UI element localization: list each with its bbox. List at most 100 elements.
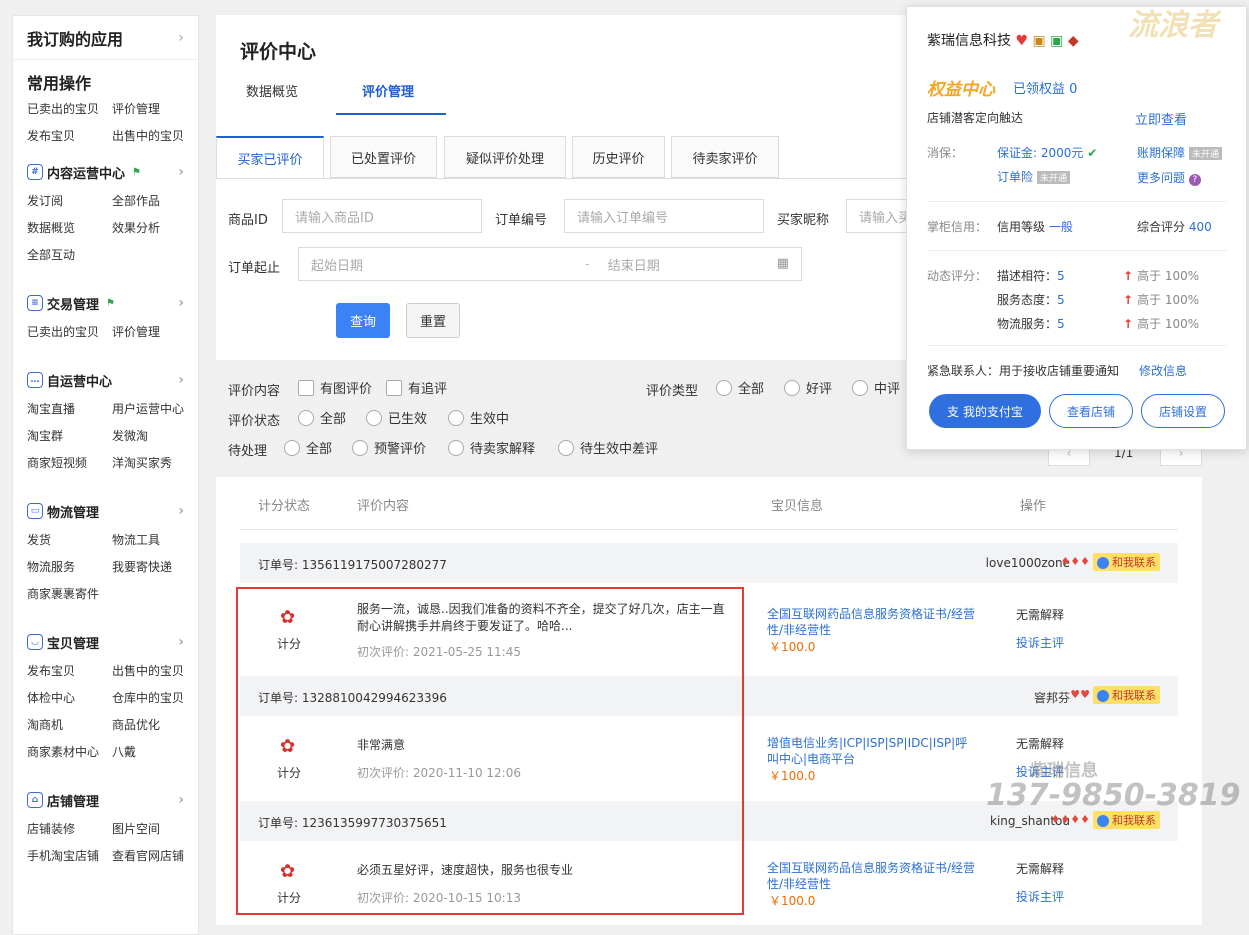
sidebar-section-header[interactable]: ⌂ 店铺管理 › — [27, 786, 184, 814]
radio[interactable] — [298, 409, 314, 426]
order-no-input[interactable]: 请输入订单编号 — [564, 199, 764, 233]
sidebar-section-header[interactable]: ≡ 交易管理 ⚑ › — [27, 289, 184, 317]
sidebar-link[interactable]: 淘宝直播 — [27, 400, 112, 417]
type-mid-radio[interactable]: 中评 — [852, 378, 900, 397]
sidebar-link[interactable]: 物流工具 — [112, 531, 197, 548]
type-good-radio[interactable]: 好评 — [784, 378, 832, 397]
status-effective-radio[interactable]: 已生效 — [366, 408, 427, 427]
sidebar-section-header[interactable]: ▭ 物流管理 › — [27, 497, 184, 525]
sidebar-link[interactable]: 仓库中的宝贝 — [112, 689, 197, 706]
sidebar-link[interactable]: 发微淘 — [112, 427, 197, 444]
sidebar-link[interactable]: 发货 — [27, 531, 112, 548]
sidebar-link[interactable]: 图片空间 — [112, 820, 197, 837]
view-shop-button[interactable]: 查看店铺 — [1049, 394, 1133, 428]
sidebar-link[interactable]: 评价管理 — [112, 323, 197, 340]
reset-button[interactable]: 重置 — [406, 303, 460, 338]
chevron-right-icon[interactable]: › — [178, 372, 184, 388]
modify-info-link[interactable]: 修改信息 — [1139, 362, 1187, 379]
shop-settings-button[interactable]: 店铺设置 — [1141, 394, 1225, 428]
sidebar-link[interactable]: 发布宝贝 — [27, 662, 112, 679]
sidebar-link[interactable]: 数据概览 — [27, 219, 112, 236]
sidebar-link[interactable]: 店铺装修 — [27, 820, 112, 837]
product-link[interactable]: 全国互联网药品信息服务资格证书/经营性/非经营性 — [767, 860, 977, 892]
status-all-radio[interactable]: 全部 — [298, 408, 346, 427]
my-alipay-button[interactable]: 支我的支付宝 — [929, 394, 1041, 428]
radio[interactable] — [352, 439, 368, 456]
contact-me-button[interactable]: 和我联系 — [1093, 811, 1160, 829]
rights-received[interactable]: 已领权益 0 — [1013, 78, 1077, 97]
sidebar-link[interactable]: 商品优化 — [112, 716, 197, 733]
complain-link[interactable]: 投诉主评 — [1016, 888, 1064, 905]
todo-warn-radio[interactable]: 预警评价 — [352, 438, 426, 457]
start-date[interactable]: 起始日期 — [311, 255, 363, 274]
sidebar-section-header[interactable]: ◡ 宝贝管理 › — [27, 628, 184, 656]
radio[interactable] — [784, 379, 800, 396]
subtab-pending-seller[interactable]: 待卖家评价 — [671, 136, 779, 178]
subtab-buyer-reviewed[interactable]: 买家已评价 — [216, 136, 324, 178]
complain-link[interactable]: 投诉主评 — [1016, 634, 1064, 651]
sidebar-link[interactable]: 发订阅 — [27, 192, 112, 209]
chevron-right-icon[interactable]: › — [178, 634, 184, 650]
sidebar-link[interactable]: 体检中心 — [27, 689, 112, 706]
has-followup-checkbox[interactable]: 有追评 — [386, 378, 447, 397]
sidebar-link[interactable]: 出售中的宝贝 — [112, 662, 197, 679]
sidebar-link[interactable]: 用户运营中心 — [112, 400, 197, 417]
sidebar-link[interactable]: 手机淘宝店铺 — [27, 847, 112, 864]
product-link[interactable]: 增值电信业务|ICP|ISP|SP|IDC|ISP|呼叫中心|电商平台 — [767, 735, 977, 767]
end-date[interactable]: 结束日期 — [608, 255, 660, 274]
term-guarantee-link[interactable]: 账期保障 未开通 — [1137, 144, 1223, 161]
sidebar-link[interactable]: 淘商机 — [27, 716, 112, 733]
calendar-icon[interactable]: ▦ — [777, 256, 789, 271]
radio[interactable] — [558, 439, 574, 456]
sidebar-link[interactable]: 全部作品 — [112, 192, 197, 209]
order-insurance-link[interactable]: 订单险 未开通 — [997, 168, 1071, 185]
sidebar-header[interactable]: 我订购的应用 › — [13, 16, 198, 60]
contact-me-button[interactable]: 和我联系 — [1093, 553, 1160, 571]
sidebar-link[interactable]: 商家素材中心 — [27, 743, 112, 760]
sidebar-section-header[interactable]: # 内容运营中心 ⚑ › — [27, 158, 184, 186]
tab-overview[interactable]: 数据概览 — [246, 81, 298, 100]
todo-all-radio[interactable]: 全部 — [284, 438, 332, 457]
date-range-input[interactable]: 起始日期 - 结束日期 ▦ — [298, 247, 802, 281]
radio[interactable] — [448, 409, 464, 426]
sidebar-link[interactable]: 物流服务 — [27, 558, 112, 575]
sidebar-link[interactable]: 已卖出的宝贝 — [27, 100, 112, 117]
has-image-checkbox[interactable]: 有图评价 — [298, 378, 372, 397]
chevron-right-icon[interactable]: › — [178, 30, 184, 46]
sidebar-link[interactable]: 已卖出的宝贝 — [27, 323, 112, 340]
type-all-radio[interactable]: 全部 — [716, 378, 764, 397]
sidebar-link[interactable]: 商家裹裹寄件 — [27, 585, 112, 602]
sidebar-link[interactable]: 我要寄快递 — [112, 558, 197, 575]
subtab-suspicious[interactable]: 疑似评价处理 — [444, 136, 566, 178]
sidebar-link[interactable]: 商家短视频 — [27, 454, 112, 471]
checkbox[interactable] — [386, 379, 402, 396]
search-button[interactable]: 查询 — [336, 303, 390, 338]
todo-explain-radio[interactable]: 待卖家解释 — [448, 438, 535, 457]
radio[interactable] — [366, 409, 382, 426]
radio[interactable] — [448, 439, 464, 456]
checkbox[interactable] — [298, 379, 314, 396]
chevron-right-icon[interactable]: › — [178, 503, 184, 519]
product-id-input[interactable]: 请输入商品ID — [282, 199, 482, 233]
sidebar-link[interactable]: 洋淘买家秀 — [112, 454, 197, 471]
sidebar-link[interactable]: 评价管理 — [112, 100, 197, 117]
radio[interactable] — [284, 439, 300, 456]
buyer-name[interactable]: love1000zone — [986, 556, 1070, 570]
contact-me-button[interactable]: 和我联系 — [1093, 686, 1160, 704]
sidebar-link[interactable]: 发布宝贝 — [27, 127, 112, 144]
sidebar-section-header[interactable]: … 自运营中心 › — [27, 366, 184, 394]
subtab-history[interactable]: 历史评价 — [572, 136, 665, 178]
chevron-right-icon[interactable]: › — [178, 792, 184, 808]
rights-center-title[interactable]: 权益中心 — [927, 75, 995, 100]
todo-bad-radio[interactable]: 待生效中差评 — [558, 438, 658, 457]
buyer-name[interactable]: 窨邦芬 — [1034, 689, 1070, 706]
sidebar-link[interactable]: 淘宝群 — [27, 427, 112, 444]
more-questions-link[interactable]: 更多问题 ? — [1137, 169, 1201, 186]
sidebar-link[interactable]: 全部互动 — [27, 246, 112, 263]
sidebar-link[interactable]: 八戴 — [112, 743, 197, 760]
status-pending-radio[interactable]: 生效中 — [448, 408, 509, 427]
sidebar-link[interactable]: 效果分析 — [112, 219, 197, 236]
sidebar-link[interactable]: 查看官网店铺 — [112, 847, 197, 864]
view-now-link[interactable]: 立即查看 — [1135, 109, 1187, 128]
tab-review-manage[interactable]: 评价管理 — [362, 81, 414, 100]
